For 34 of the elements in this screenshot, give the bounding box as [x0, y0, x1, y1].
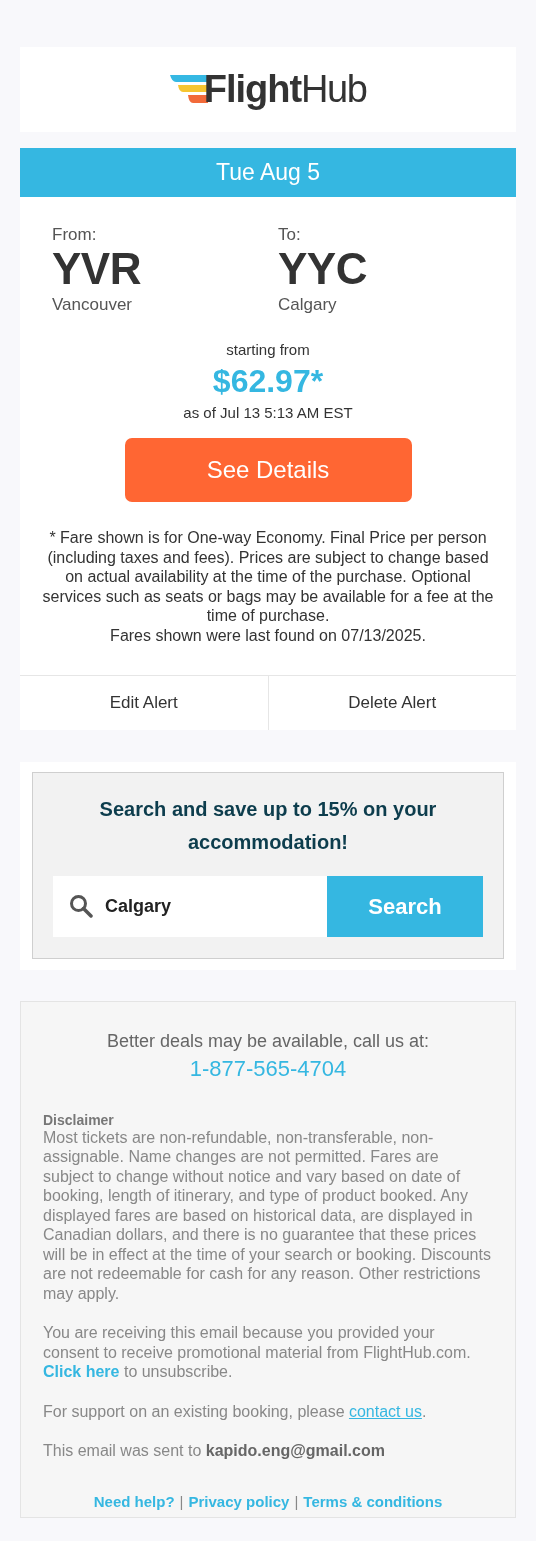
airport-code: YYC — [278, 245, 368, 293]
delete-alert-link[interactable]: Delete Alert — [267, 676, 516, 730]
footer-link[interactable]: Terms & conditions — [303, 1492, 443, 1510]
separator-text: | — [294, 1492, 299, 1510]
see-details-button[interactable]: See Details — [124, 438, 412, 502]
promo-heading: Search and save up to 15% on your accommodation! — [98, 797, 438, 855]
route-label: To: — [278, 225, 302, 245]
price-timestamp: as of Jul 13 5:13 AM EST — [183, 404, 353, 421]
search-button[interactable]: Search — [327, 876, 483, 937]
contact-link[interactable]: contact us — [348, 1402, 422, 1420]
last-found-text: Fares shown were last found on 07/13/2025. — [109, 625, 427, 645]
city-name: Calgary — [278, 295, 338, 315]
starting-label: starting from — [226, 341, 310, 358]
fare-disclaimer: * Fare shown is for One-way Economy. Final Price per person (including taxes and fees). Prices are subject to change based on actual availability at the time of the purchase. Optional services such as seats or bags may be available for a fee at the time of purchase. — [41, 528, 495, 626]
disclaimer-title: Disclaimer — [43, 1111, 115, 1128]
unsubscribe-link[interactable]: Click here — [43, 1363, 120, 1380]
fare-price: $62.97* — [212, 363, 324, 400]
disclaimer-text: Most tickets are non-refundable, non-transferable, non-assignable. Name changes are not permitted. Fares are subject to change without notice and vary based on date of booking, length of itinerary, and type of product booked. Any displayed fares are based on historical data, are displayed in Canadian dollars, and there is no guarantee that these prices will be in effect at the time of your search or booking. Discounts are not redeemable for cash for any reason. Other restrictions may apply. — [43, 1127, 492, 1303]
call-text: Better deals may be available, call us at: — [105, 1032, 431, 1052]
airport-code: YVR — [52, 245, 142, 293]
support-text: For support on an existing booking, please contact us. — [43, 1401, 428, 1421]
route-label: From: — [52, 225, 98, 245]
footer-link[interactable]: Need help? — [93, 1492, 175, 1510]
city-name: Vancouver — [52, 295, 133, 315]
phone-link[interactable]: 1-877-565-4704 — [43, 1055, 493, 1082]
date-banner: Tue Aug 5 — [20, 148, 516, 197]
edit-alert-link[interactable]: Edit Alert — [20, 676, 268, 730]
search-field[interactable]: Calgary — [53, 876, 327, 937]
consent-text: You are receiving this email because you provided your consent to receive promotional material from FlightHub.com. Click here to unsubscribe. — [43, 1323, 472, 1382]
recipient-text: This email was sent to kapido.eng@gmail.com — [43, 1441, 386, 1461]
footer-link[interactable]: Privacy policy — [188, 1492, 290, 1510]
logo-text: FlightHub — [203, 68, 367, 111]
wings-icon — [169, 74, 208, 105]
separator-text: | — [179, 1492, 184, 1510]
